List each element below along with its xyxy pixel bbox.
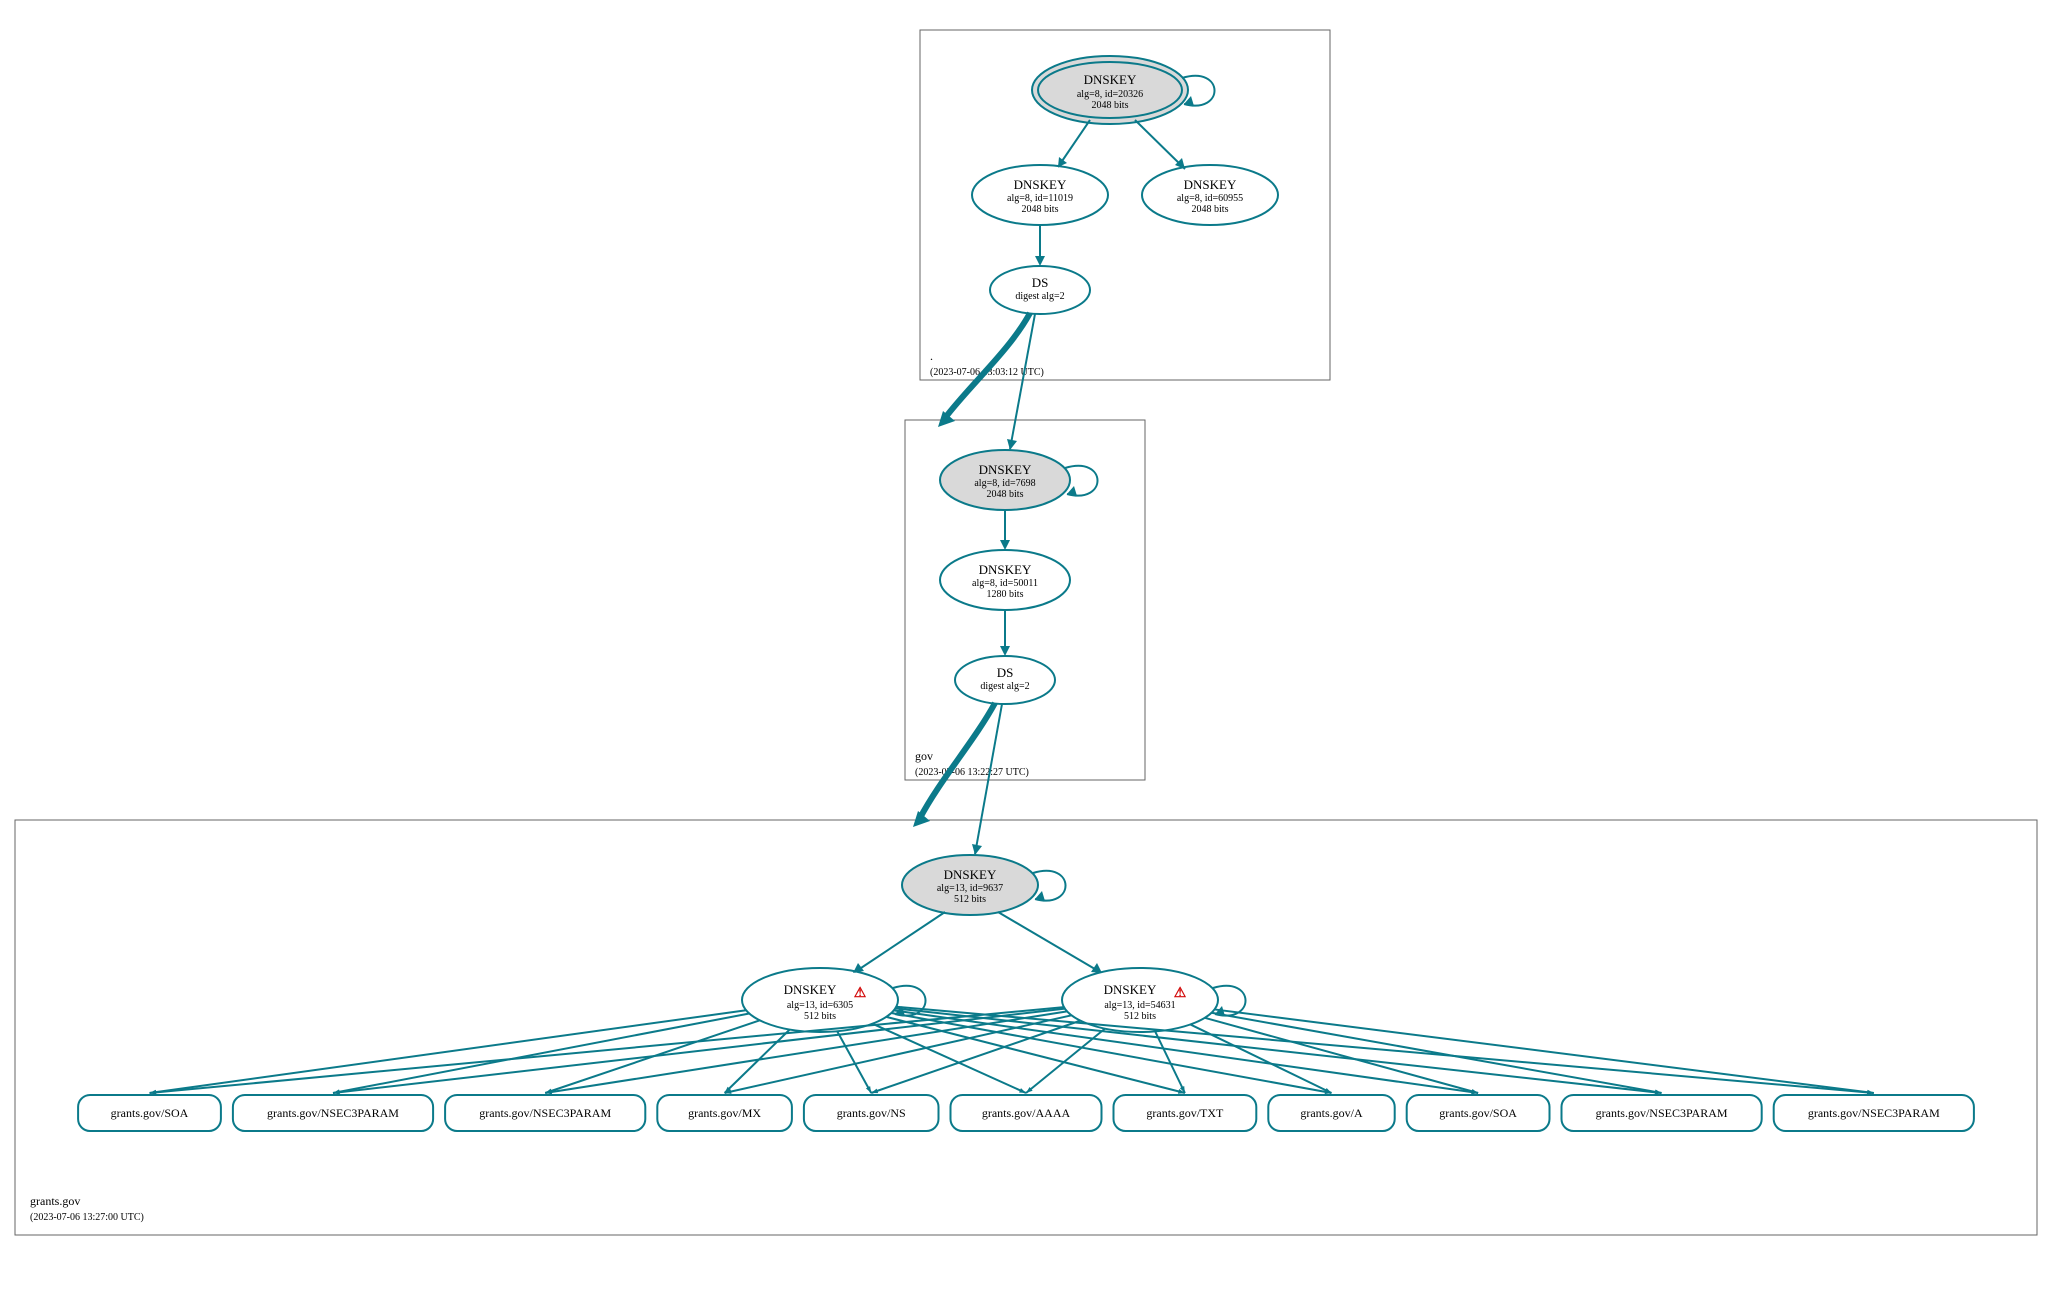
node-root-zsk2: DNSKEY alg=8, id=60955 2048 bits xyxy=(1142,165,1278,225)
rrset-label: grants.gov/NSEC3PARAM xyxy=(1808,1106,1940,1120)
dnssec-graph: . (2023-07-06 13:03:12 UTC) DNSKEY alg=8… xyxy=(0,0,2052,1301)
rrset-box: grants.gov/NSEC3PARAM xyxy=(1562,1095,1762,1131)
zone-gov-label: gov xyxy=(915,749,933,763)
rrset-label: grants.gov/A xyxy=(1300,1106,1363,1120)
warning-icon: ⚠ xyxy=(1174,986,1187,1001)
rrset-box: grants.gov/TXT xyxy=(1114,1095,1257,1131)
rrset-box: grants.gov/SOA xyxy=(78,1095,221,1131)
zone-root-label: . xyxy=(930,349,933,363)
edge-root-to-gov-zone xyxy=(945,313,1030,418)
rrset-label: grants.gov/MX xyxy=(688,1106,761,1120)
svg-text:DNSKEY: DNSKEY xyxy=(944,867,997,882)
zone-gov-ts: (2023-07-06 13:22:27 UTC) xyxy=(915,767,1029,778)
edge-grantsksk-zsk2 xyxy=(998,912,1100,972)
zone-grants-label: grants.gov xyxy=(30,1194,80,1208)
svg-text:DS: DS xyxy=(1032,275,1049,290)
svg-text:alg=8, id=50011: alg=8, id=50011 xyxy=(972,578,1038,589)
node-grants-zsk1: DNSKEY ⚠ alg=13, id=6305 512 bits xyxy=(742,968,898,1032)
svg-text:digest alg=2: digest alg=2 xyxy=(980,681,1029,692)
svg-text:DNSKEY: DNSKEY xyxy=(979,462,1032,477)
zone-grants-ts: (2023-07-06 13:27:00 UTC) xyxy=(30,1212,144,1223)
rrset-box: grants.gov/NSEC3PARAM xyxy=(1774,1095,1974,1131)
rrset-label: grants.gov/NS xyxy=(837,1106,906,1120)
rrset-label: grants.gov/SOA xyxy=(111,1106,189,1120)
svg-text:512 bits: 512 bits xyxy=(1124,1011,1156,1022)
svg-text:alg=13, id=6305: alg=13, id=6305 xyxy=(787,1000,853,1011)
rrset-label: grants.gov/NSEC3PARAM xyxy=(267,1106,399,1120)
svg-text:DNSKEY: DNSKEY xyxy=(784,982,837,997)
node-gov-ksk: DNSKEY alg=8, id=7698 2048 bits xyxy=(940,450,1070,510)
edge-zsk-to-rrset xyxy=(1026,1029,1105,1093)
node-root-ds: DS digest alg=2 xyxy=(990,266,1090,314)
svg-text:512 bits: 512 bits xyxy=(954,894,986,905)
edge-rootksk-zsk2 xyxy=(1135,120,1185,169)
rrset-label: grants.gov/TXT xyxy=(1146,1106,1224,1120)
rrset-box: grants.gov/NSEC3PARAM xyxy=(445,1095,645,1131)
node-root-zsk1: DNSKEY alg=8, id=11019 2048 bits xyxy=(972,165,1108,225)
rrset-box: grants.gov/A xyxy=(1268,1095,1394,1131)
node-gov-zsk: DNSKEY alg=8, id=50011 1280 bits xyxy=(940,550,1070,610)
rrsets-layer: grants.gov/SOA grants.gov/NSEC3PARAM grant… xyxy=(78,1007,1974,1131)
rrset-box: grants.gov/NS xyxy=(804,1095,939,1131)
node-root-ksk: DNSKEY alg=8, id=20326 2048 bits xyxy=(1032,56,1188,124)
rrset-box: grants.gov/MX xyxy=(657,1095,792,1131)
svg-text:1280 bits: 1280 bits xyxy=(987,589,1024,600)
svg-text:2048 bits: 2048 bits xyxy=(1092,100,1129,111)
edge-grantsksk-zsk1 xyxy=(855,912,945,972)
edge-zsk-to-rrset xyxy=(333,1009,1065,1093)
svg-text:digest alg=2: digest alg=2 xyxy=(1015,291,1064,302)
rrset-label: grants.gov/NSEC3PARAM xyxy=(479,1106,611,1120)
edge-zsk-to-rrset xyxy=(150,1007,1064,1093)
rrset-box: grants.gov/AAAA xyxy=(951,1095,1102,1131)
svg-text:alg=8, id=60955: alg=8, id=60955 xyxy=(1177,193,1243,204)
edge-zsk-to-rrset xyxy=(871,1021,1080,1093)
svg-text:alg=8, id=7698: alg=8, id=7698 xyxy=(974,478,1035,489)
edge-zsk-to-rrset xyxy=(1190,1024,1331,1093)
node-grants-zsk2: DNSKEY ⚠ alg=13, id=54631 512 bits xyxy=(1062,968,1218,1032)
warning-icon: ⚠ xyxy=(854,986,867,1001)
rrset-box: grants.gov/SOA xyxy=(1407,1095,1550,1131)
svg-text:DNSKEY: DNSKEY xyxy=(1014,177,1067,192)
svg-text:DNSKEY: DNSKEY xyxy=(1184,177,1237,192)
svg-text:alg=8, id=11019: alg=8, id=11019 xyxy=(1007,193,1073,204)
svg-text:DNSKEY: DNSKEY xyxy=(979,562,1032,577)
svg-text:DNSKEY: DNSKEY xyxy=(1104,982,1157,997)
rrset-label: grants.gov/SOA xyxy=(1439,1106,1517,1120)
rrset-label: grants.gov/AAAA xyxy=(982,1106,1071,1120)
node-grants-ksk: DNSKEY alg=13, id=9637 512 bits xyxy=(902,855,1038,915)
svg-text:2048 bits: 2048 bits xyxy=(1022,204,1059,215)
node-gov-ds: DS digest alg=2 xyxy=(955,656,1055,704)
svg-text:alg=8, id=20326: alg=8, id=20326 xyxy=(1077,89,1143,100)
svg-text:DS: DS xyxy=(997,665,1014,680)
svg-text:2048 bits: 2048 bits xyxy=(1192,204,1229,215)
edge-zsk-to-rrset xyxy=(333,1014,749,1093)
svg-text:DNSKEY: DNSKEY xyxy=(1084,72,1137,87)
rrset-label: grants.gov/NSEC3PARAM xyxy=(1596,1106,1728,1120)
svg-text:512 bits: 512 bits xyxy=(804,1011,836,1022)
svg-text:alg=13, id=9637: alg=13, id=9637 xyxy=(937,883,1003,894)
svg-text:2048 bits: 2048 bits xyxy=(987,489,1024,500)
svg-text:alg=13, id=54631: alg=13, id=54631 xyxy=(1104,1000,1175,1011)
rrset-box: grants.gov/NSEC3PARAM xyxy=(233,1095,433,1131)
